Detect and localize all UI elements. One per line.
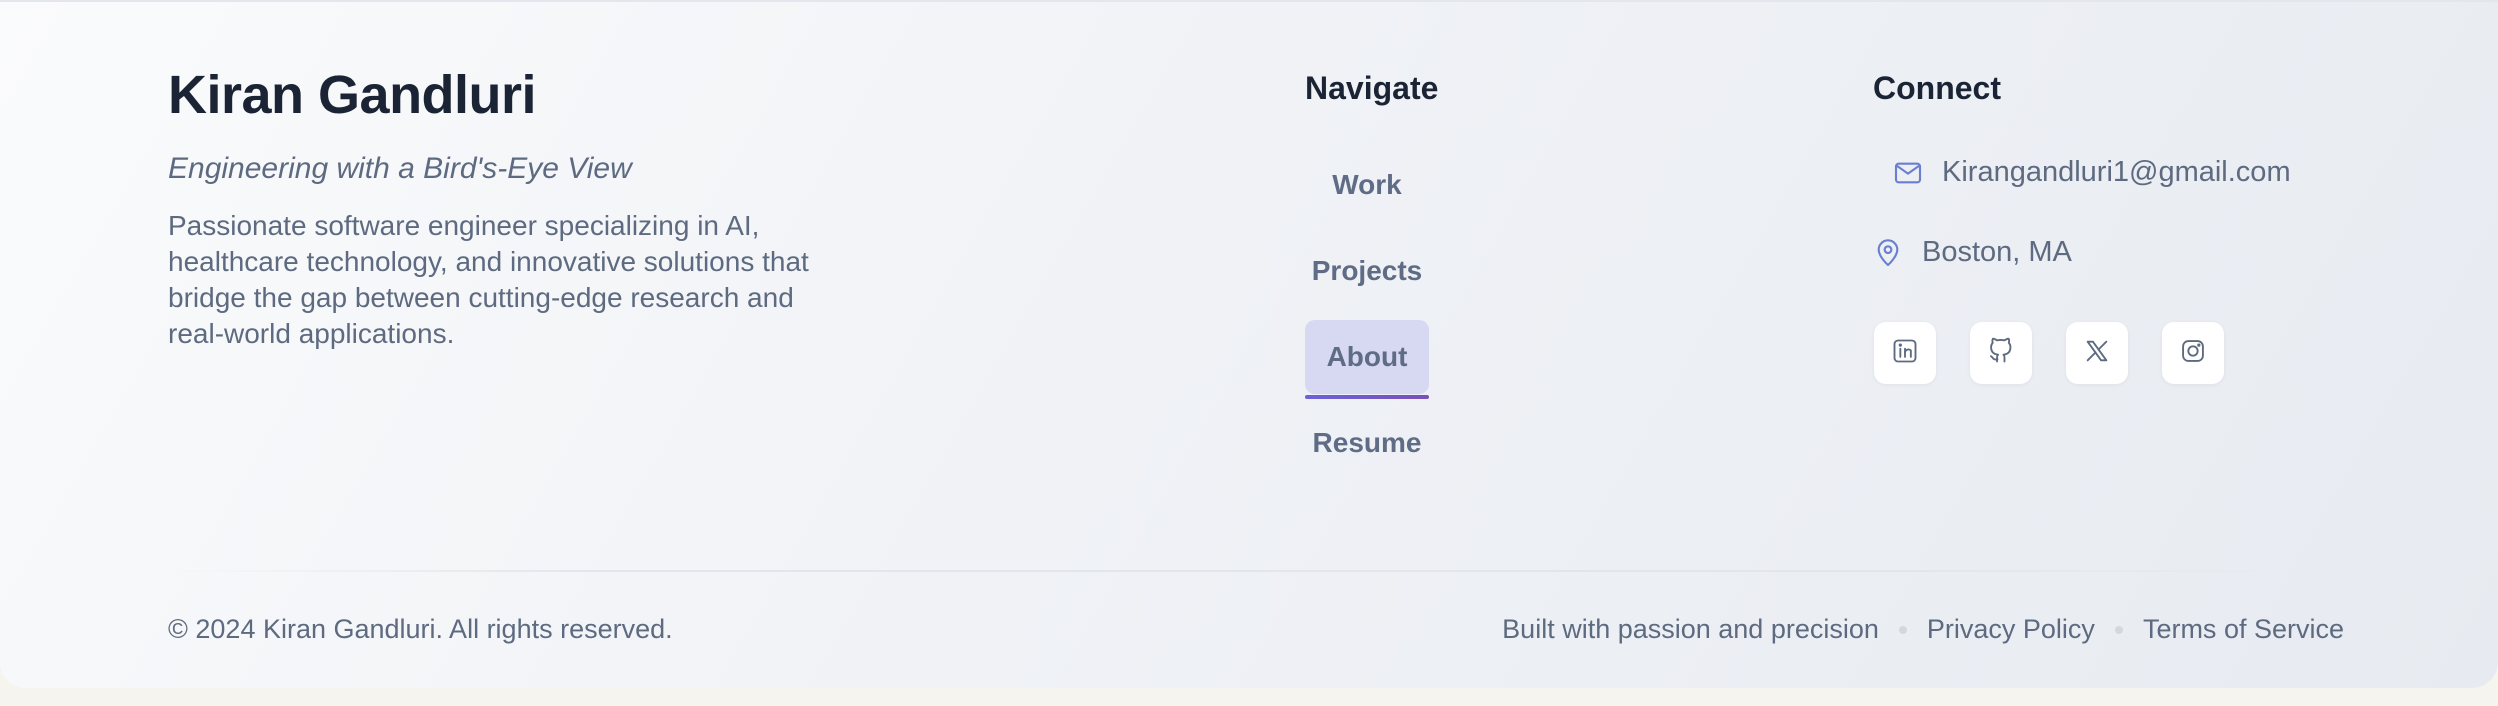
github-button[interactable] [1970,322,2032,384]
copyright-text: © 2024 Kiran Gandluri. All rights reserv… [168,614,673,644]
nav-link-resume[interactable]: Resume [1305,406,1429,480]
built-with-text: Built with passion and precision [1502,614,1879,644]
location-text: Boston, MA [1922,236,2072,268]
terms-of-service-link[interactable]: Terms of Service [2143,614,2344,645]
privacy-policy-link[interactable]: Privacy Policy [1927,614,2095,645]
footer-divider [168,570,2330,572]
linkedin-icon [1891,337,1919,370]
footer-nav: Work Projects About Resume [1305,148,1429,492]
separator-dot [2114,625,2123,634]
github-icon [1987,337,2015,370]
email-text: Kirangandluri1@gmail.com [1942,156,2291,188]
email-link[interactable]: Kirangandluri1@gmail.com [1892,156,2291,189]
social-links [1874,322,2224,384]
site-footer: Kiran Gandluri Engineering with a Bird's… [0,0,2498,688]
linkedin-button[interactable] [1874,322,1936,384]
nav-link-about[interactable]: About [1305,320,1429,399]
x-twitter-icon [2083,337,2111,370]
navigate-heading: Navigate [1305,70,1439,106]
brand-tagline: Engineering with a Bird's-Eye View [168,152,632,185]
connect-heading: Connect [1873,70,2001,106]
separator-dot [1898,625,1907,634]
footer-bottom-links: Built with passion and precision Privacy… [1502,614,2344,645]
map-pin-icon [1872,237,1904,269]
location-row: Boston, MA [1872,236,2072,269]
brand-name: Kiran Gandluri [168,65,537,125]
nav-link-projects[interactable]: Projects [1305,234,1429,308]
mail-icon [1892,157,1924,189]
brand-description: Passionate software engineer specializin… [168,210,809,349]
x-twitter-button[interactable] [2066,322,2128,384]
instagram-icon [2179,337,2207,370]
nav-link-work[interactable]: Work [1305,148,1429,222]
instagram-button[interactable] [2162,322,2224,384]
